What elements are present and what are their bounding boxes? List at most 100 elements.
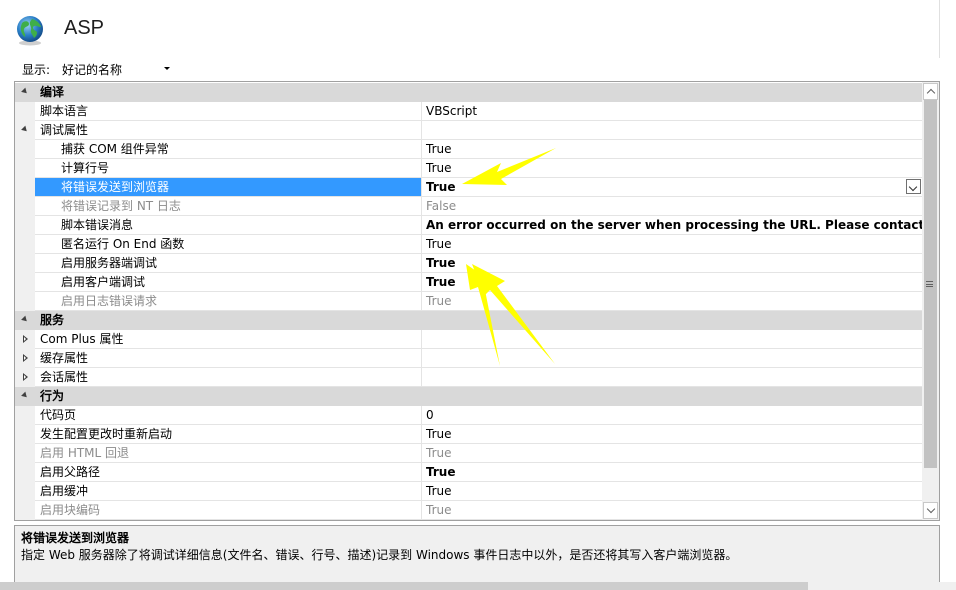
view-select-value: 好记的名称 bbox=[62, 63, 123, 77]
expanded-icon[interactable] bbox=[21, 87, 29, 96]
collapsed-icon[interactable] bbox=[23, 335, 28, 343]
row-gutter bbox=[15, 216, 35, 235]
category-label: 服务 bbox=[35, 311, 922, 330]
globe-icon bbox=[17, 16, 43, 46]
horizontal-scrollbar-track[interactable] bbox=[808, 582, 956, 590]
row-gutter bbox=[15, 425, 35, 444]
property-value[interactable]: True bbox=[422, 159, 922, 178]
property-row[interactable]: 启用父路径 True bbox=[15, 463, 922, 482]
expanded-icon[interactable] bbox=[21, 391, 29, 400]
property-row[interactable]: 发生配置更改时重新启动 True bbox=[15, 425, 922, 444]
description-text: 指定 Web 服务器除了将调试详细信息(文件名、错误、行号、描述)记录到 Win… bbox=[21, 548, 738, 562]
scroll-down-icon[interactable] bbox=[923, 502, 938, 519]
property-row[interactable]: 匿名运行 On End 函数 True bbox=[15, 235, 922, 254]
horizontal-scrollbar-thumb[interactable] bbox=[0, 582, 808, 590]
row-gutter bbox=[15, 254, 35, 273]
row-gutter bbox=[15, 482, 35, 501]
property-value[interactable]: True bbox=[422, 273, 922, 292]
collapsed-icon[interactable] bbox=[23, 373, 28, 381]
view-select[interactable]: 好记的名称 bbox=[56, 58, 174, 78]
property-value[interactable]: True bbox=[422, 235, 922, 254]
property-value[interactable]: True bbox=[422, 444, 922, 463]
view-label: 显示: bbox=[22, 63, 51, 77]
property-name: 将错误发送到浏览器 bbox=[35, 178, 422, 197]
property-row[interactable]: 会话属性 bbox=[15, 368, 922, 387]
row-gutter bbox=[15, 444, 35, 463]
row-gutter bbox=[15, 330, 35, 349]
property-name: 捕获 COM 组件异常 bbox=[35, 140, 422, 159]
property-name: 发生配置更改时重新启动 bbox=[35, 425, 422, 444]
category-label: 编译 bbox=[35, 83, 922, 102]
property-row[interactable]: 脚本错误消息 An error occurred on the server wh… bbox=[15, 216, 922, 235]
page-title: ASP bbox=[64, 17, 105, 39]
property-row[interactable]: 启用日志错误请求 True bbox=[15, 292, 922, 311]
vertical-scrollbar[interactable] bbox=[922, 82, 939, 520]
expanded-icon[interactable] bbox=[21, 315, 29, 324]
property-row[interactable]: 代码页 0 bbox=[15, 406, 922, 425]
property-name: 启用服务器端调试 bbox=[35, 254, 422, 273]
property-value[interactable]: True bbox=[422, 254, 922, 273]
property-value[interactable]: An error occurred on the server when pro… bbox=[422, 216, 922, 235]
property-row[interactable]: 将错误发送到浏览器 True bbox=[15, 178, 922, 197]
property-name: 启用客户端调试 bbox=[35, 273, 422, 292]
property-value[interactable]: True bbox=[422, 178, 922, 197]
description-title: 将错误发送到浏览器 bbox=[21, 531, 130, 545]
property-row[interactable]: 启用块编码 True bbox=[15, 501, 922, 520]
property-value[interactable]: True bbox=[422, 501, 922, 520]
collapsed-icon[interactable] bbox=[23, 354, 28, 362]
property-name: 启用父路径 bbox=[35, 463, 422, 482]
grip-icon bbox=[926, 281, 933, 287]
scroll-up-icon[interactable] bbox=[923, 83, 938, 100]
property-row[interactable]: 计算行号 True bbox=[15, 159, 922, 178]
row-gutter bbox=[15, 121, 35, 140]
property-value[interactable]: True bbox=[422, 482, 922, 501]
property-row[interactable]: 脚本语言 VBScript bbox=[15, 102, 922, 121]
chevron-down-icon bbox=[164, 67, 170, 70]
property-row[interactable]: 将错误记录到 NT 日志 False bbox=[15, 197, 922, 216]
property-value[interactable] bbox=[422, 121, 922, 140]
category-row[interactable]: 行为 bbox=[15, 387, 922, 406]
property-name: 将错误记录到 NT 日志 bbox=[35, 197, 422, 216]
property-row[interactable]: 启用 HTML 回退 True bbox=[15, 444, 922, 463]
property-name: 脚本语言 bbox=[35, 102, 422, 121]
category-label: 行为 bbox=[35, 387, 922, 406]
property-row[interactable]: 捕获 COM 组件异常 True bbox=[15, 140, 922, 159]
row-gutter bbox=[15, 463, 35, 482]
property-grid-rows: 编译 脚本语言 VBScript 调试属性 捕获 COM 组件异常 True 计算行号 Tru… bbox=[15, 83, 922, 520]
property-value[interactable]: True bbox=[422, 292, 922, 311]
property-name: 启用 HTML 回退 bbox=[35, 444, 422, 463]
value-dropdown-icon[interactable] bbox=[906, 179, 921, 194]
row-gutter bbox=[15, 311, 35, 330]
property-row[interactable]: 启用客户端调试 True bbox=[15, 273, 922, 292]
property-name: 代码页 bbox=[35, 406, 422, 425]
property-value[interactable] bbox=[422, 368, 922, 387]
property-value[interactable] bbox=[422, 349, 922, 368]
property-value[interactable]: True bbox=[422, 425, 922, 444]
property-value[interactable]: 0 bbox=[422, 406, 922, 425]
row-gutter bbox=[15, 349, 35, 368]
category-row[interactable]: 编译 bbox=[15, 83, 922, 102]
property-name: 缓存属性 bbox=[35, 349, 422, 368]
property-value[interactable]: False bbox=[422, 197, 922, 216]
property-row[interactable]: 启用缓冲 True bbox=[15, 482, 922, 501]
property-name: 启用日志错误请求 bbox=[35, 292, 422, 311]
property-name: 计算行号 bbox=[35, 159, 422, 178]
row-gutter bbox=[15, 83, 35, 102]
property-row[interactable]: 调试属性 bbox=[15, 121, 922, 140]
row-gutter bbox=[15, 159, 35, 178]
row-gutter bbox=[15, 368, 35, 387]
property-value[interactable]: True bbox=[422, 140, 922, 159]
expanded-icon[interactable] bbox=[21, 125, 29, 134]
row-gutter bbox=[15, 406, 35, 425]
row-gutter bbox=[15, 273, 35, 292]
property-value[interactable] bbox=[422, 330, 922, 349]
property-value[interactable]: VBScript bbox=[422, 102, 922, 121]
row-gutter bbox=[15, 292, 35, 311]
property-name: 启用块编码 bbox=[35, 501, 422, 520]
property-value[interactable]: True bbox=[422, 463, 922, 482]
category-row[interactable]: 服务 bbox=[15, 311, 922, 330]
property-row[interactable]: 缓存属性 bbox=[15, 349, 922, 368]
property-name: 脚本错误消息 bbox=[35, 216, 422, 235]
property-row[interactable]: 启用服务器端调试 True bbox=[15, 254, 922, 273]
property-row[interactable]: Com Plus 属性 bbox=[15, 330, 922, 349]
